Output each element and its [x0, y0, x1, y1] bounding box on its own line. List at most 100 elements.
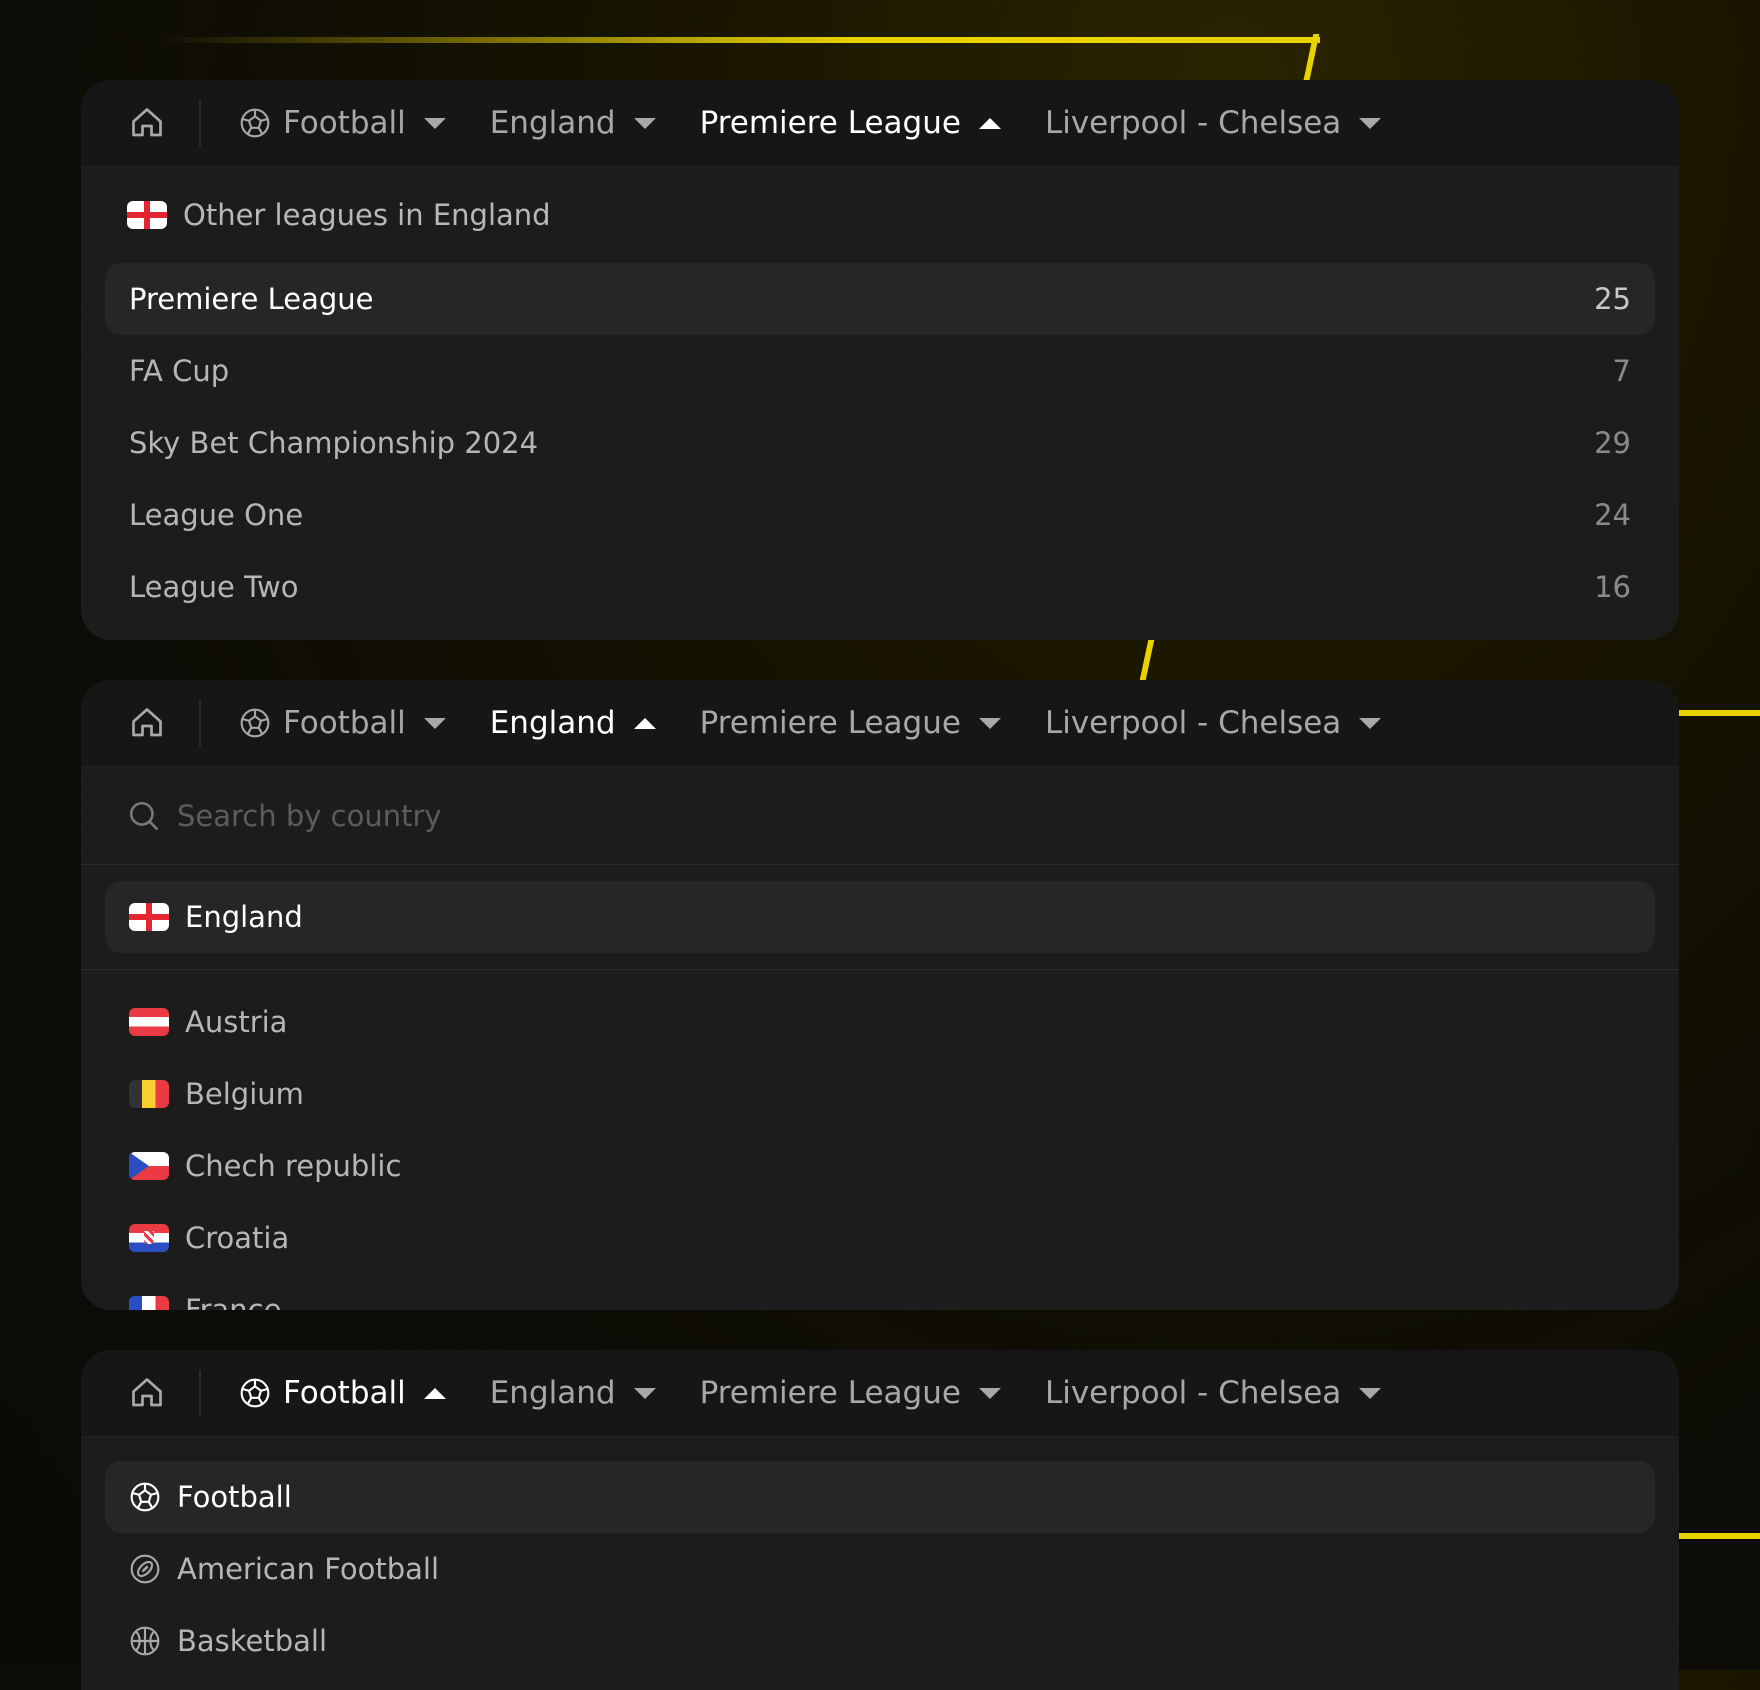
- accent-line-top: [160, 37, 1320, 43]
- accent-line-right-2: [1679, 1533, 1760, 1539]
- soccer-ball-icon: [240, 1378, 270, 1408]
- croatia-flag-icon: [129, 1224, 169, 1252]
- chevron-down-icon: [1359, 717, 1382, 729]
- chevron-down-icon: [633, 117, 656, 129]
- chevron-down-icon: [978, 717, 1001, 729]
- crumb-match[interactable]: Liverpool - Chelsea: [1044, 1375, 1382, 1411]
- section-header: Other leagues in England: [81, 167, 1679, 263]
- league-name: League One: [129, 498, 304, 532]
- crumb-sport[interactable]: Football: [239, 105, 446, 141]
- country-list: Austria Belgium Chech republic Croatia F…: [81, 970, 1679, 1310]
- sport-name: Basketball: [177, 1624, 328, 1658]
- england-flag-icon: [129, 903, 169, 931]
- breadcrumb-divider: [199, 100, 201, 146]
- country-item-czech-republic[interactable]: Chech republic: [105, 1130, 1655, 1202]
- chevron-down-icon: [978, 1387, 1001, 1399]
- country-name: France: [185, 1293, 282, 1310]
- chevron-down-icon: [423, 717, 446, 729]
- sport-name: American Football: [177, 1552, 440, 1586]
- crumb-label: Football: [283, 105, 406, 141]
- crumb-match[interactable]: Liverpool - Chelsea: [1044, 705, 1382, 741]
- league-count: 16: [1594, 570, 1631, 604]
- league-name: League Two: [129, 570, 299, 604]
- belgium-flag-icon: [129, 1080, 169, 1108]
- search-icon: [129, 801, 159, 830]
- section-title: Other leagues in England: [183, 198, 551, 232]
- league-count: 25: [1594, 282, 1631, 316]
- crumb-label: Football: [283, 1375, 406, 1411]
- crumb-label: Liverpool - Chelsea: [1044, 105, 1342, 141]
- chevron-up-icon: [978, 117, 1001, 129]
- crumb-label: England: [489, 1375, 616, 1411]
- american-football-icon: [130, 1554, 160, 1584]
- crumb-country[interactable]: England: [490, 1375, 656, 1411]
- home-icon: [132, 108, 162, 137]
- crumb-sport[interactable]: Football: [239, 705, 446, 741]
- league-name: FA Cup: [129, 354, 230, 388]
- league-name: Sky Bet Championship 2024: [129, 426, 539, 460]
- home-button[interactable]: [127, 1373, 167, 1413]
- country-name: Croatia: [185, 1221, 290, 1255]
- sport-name: Football: [177, 1480, 292, 1514]
- country-name: England: [185, 900, 303, 934]
- league-name: Premiere League: [129, 282, 374, 316]
- country-name: Austria: [185, 1005, 288, 1039]
- sports-panel: Football England Premiere League Liverpo…: [81, 1350, 1679, 1690]
- crumb-label: Liverpool - Chelsea: [1044, 1375, 1342, 1411]
- country-search: [81, 767, 1679, 865]
- league-item-league-one[interactable]: League One 24: [105, 479, 1655, 551]
- country-item-austria[interactable]: Austria: [105, 986, 1655, 1058]
- league-item-premiere-league[interactable]: Premiere League 25: [105, 263, 1655, 335]
- accent-line-mid-slant: [1139, 638, 1155, 682]
- league-count: 24: [1594, 498, 1631, 532]
- sport-item-american-football[interactable]: American Football: [105, 1533, 1655, 1605]
- search-input[interactable]: [175, 797, 779, 834]
- crumb-label: Premiere League: [699, 705, 961, 741]
- league-list: Premiere League 25 FA Cup 7 Sky Bet Cham…: [81, 263, 1679, 623]
- crumb-league[interactable]: Premiere League: [700, 1375, 1001, 1411]
- accent-line-right-1: [1679, 710, 1760, 716]
- czech-flag-icon: [129, 1152, 169, 1180]
- league-item-championship[interactable]: Sky Bet Championship 2024 29: [105, 407, 1655, 479]
- sport-list: Football American Football Basketball: [81, 1437, 1679, 1677]
- crumb-label: England: [489, 705, 616, 741]
- soccer-ball-icon: [240, 108, 270, 138]
- chevron-down-icon: [1359, 117, 1382, 129]
- chevron-up-icon: [423, 1387, 446, 1399]
- crumb-sport[interactable]: Football: [239, 1375, 446, 1411]
- crumb-label: Football: [283, 705, 406, 741]
- crumb-label: Premiere League: [699, 1375, 961, 1411]
- country-name: Belgium: [185, 1077, 304, 1111]
- crumb-country[interactable]: England: [490, 705, 656, 741]
- home-button[interactable]: [127, 103, 167, 143]
- chevron-down-icon: [1359, 1387, 1382, 1399]
- country-item-france[interactable]: France: [105, 1274, 1655, 1310]
- home-button[interactable]: [127, 703, 167, 743]
- chevron-up-icon: [633, 717, 656, 729]
- crumb-match[interactable]: Liverpool - Chelsea: [1044, 105, 1382, 141]
- sport-item-football[interactable]: Football: [105, 1461, 1655, 1533]
- league-item-fa-cup[interactable]: FA Cup 7: [105, 335, 1655, 407]
- crumb-label: Liverpool - Chelsea: [1044, 705, 1342, 741]
- breadcrumb: Football England Premiere League Liverpo…: [81, 680, 1679, 767]
- crumb-league[interactable]: Premiere League: [700, 105, 1001, 141]
- england-flag-icon: [127, 201, 167, 229]
- home-icon: [132, 1378, 162, 1407]
- france-flag-icon: [129, 1296, 169, 1310]
- breadcrumb-divider: [199, 700, 201, 746]
- league-item-league-two[interactable]: League Two 16: [105, 551, 1655, 623]
- chevron-down-icon: [423, 117, 446, 129]
- crumb-league[interactable]: Premiere League: [700, 705, 1001, 741]
- countries-panel: Football England Premiere League Liverpo…: [81, 680, 1679, 1310]
- crumb-label: Premiere League: [699, 105, 961, 141]
- country-item-england[interactable]: England: [105, 881, 1655, 953]
- leagues-panel: Football England Premiere League Liverpo…: [81, 80, 1679, 640]
- league-count: 29: [1594, 426, 1631, 460]
- country-item-croatia[interactable]: Croatia: [105, 1202, 1655, 1274]
- austria-flag-icon: [129, 1008, 169, 1036]
- country-item-belgium[interactable]: Belgium: [105, 1058, 1655, 1130]
- soccer-ball-icon: [130, 1482, 160, 1512]
- sport-item-basketball[interactable]: Basketball: [105, 1605, 1655, 1677]
- crumb-country[interactable]: England: [490, 105, 656, 141]
- chevron-down-icon: [633, 1387, 656, 1399]
